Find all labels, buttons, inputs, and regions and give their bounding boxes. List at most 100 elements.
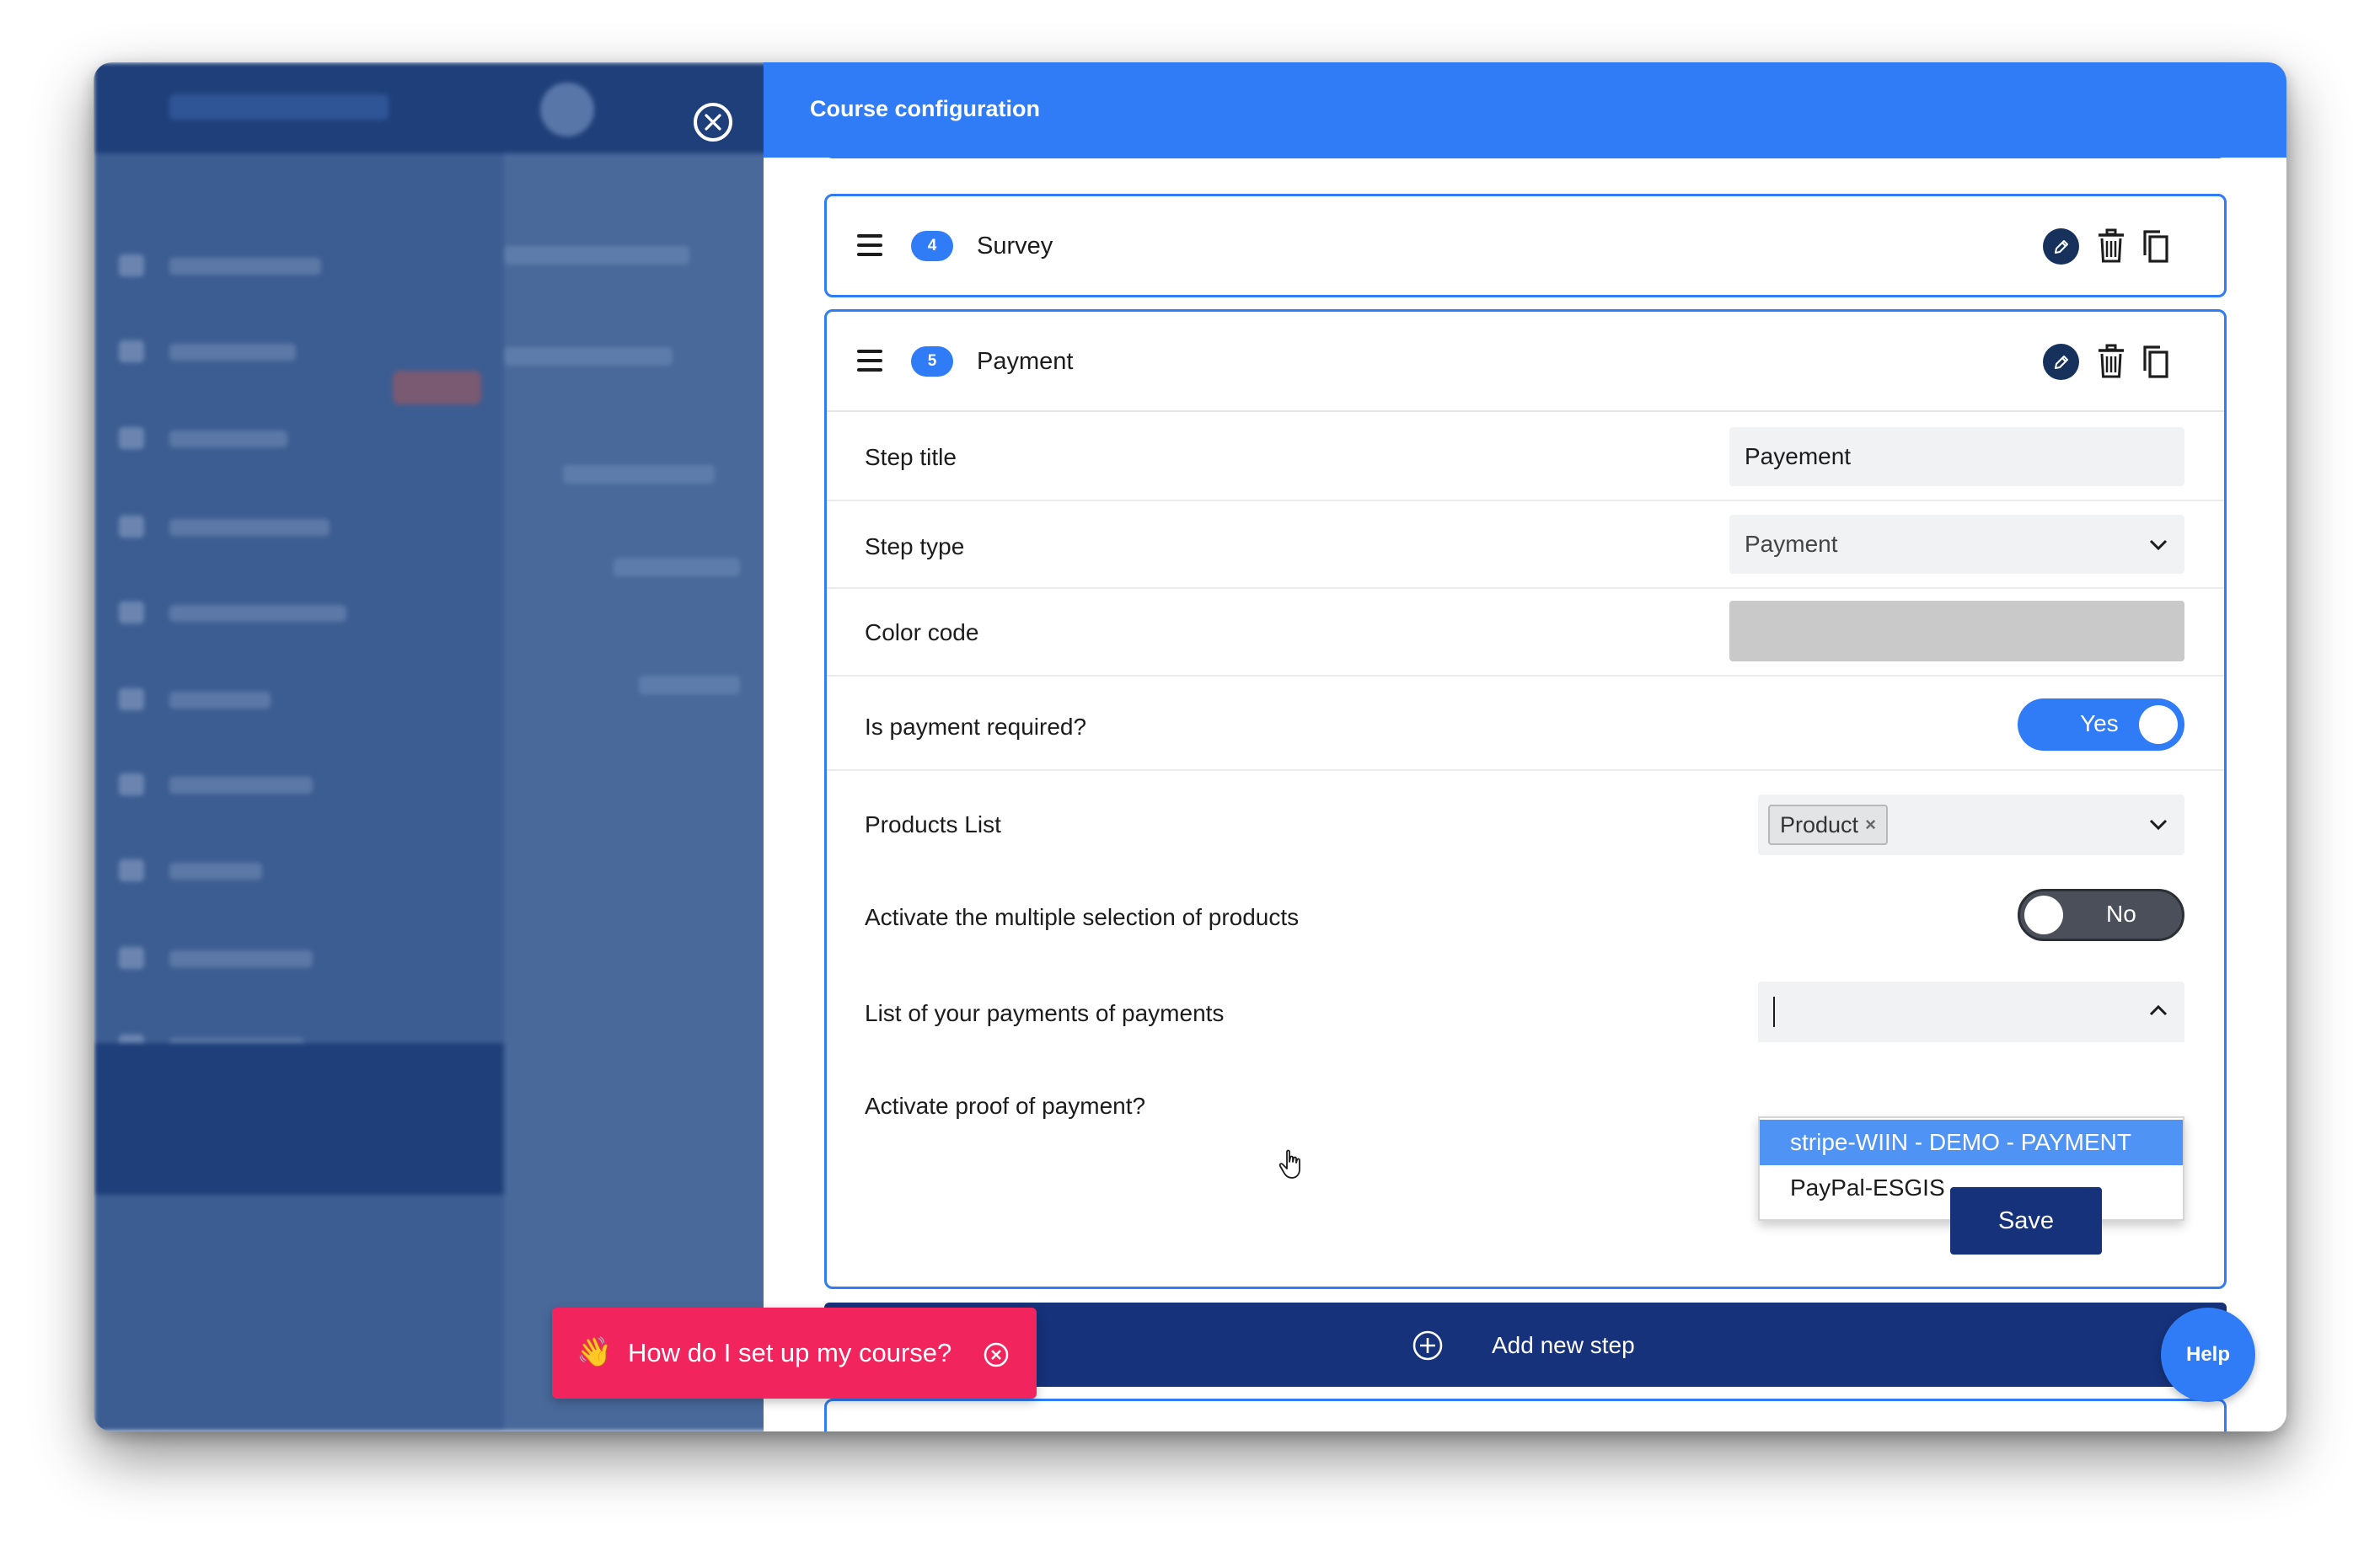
- app-window: Course configuration 4 Survey 5 Payment …: [94, 62, 2286, 1431]
- step-card-survey[interactable]: 4 Survey: [824, 194, 2227, 297]
- step-name: Survey: [977, 233, 1053, 260]
- dropdown-option[interactable]: stripe-WIIN - DEMO - PAYMENT: [1760, 1120, 2183, 1165]
- background-sidebar-text: [169, 863, 262, 880]
- trash-icon: [2099, 228, 2124, 263]
- background-sidebar-text: [169, 777, 313, 794]
- color-code-picker[interactable]: [1729, 601, 2184, 661]
- course-configuration-panel: Course configuration 4 Survey 5 Payment …: [764, 62, 2286, 1431]
- toggle-state-text: Yes: [2080, 710, 2119, 736]
- chevron-down-icon: [2149, 819, 2168, 831]
- trash-icon: [2099, 344, 2124, 378]
- step-card-payment: 5 Payment Step title Payement Step type …: [824, 309, 2227, 1289]
- drag-handle-icon[interactable]: [857, 350, 882, 372]
- pencil-icon: [2054, 239, 2068, 254]
- background-sidebar-active-group: [94, 1043, 504, 1195]
- copy-icon: [2143, 345, 2168, 378]
- background-sidebar-text: [169, 344, 296, 361]
- background-sidebar-icon: [119, 773, 144, 795]
- edit-step-button[interactable]: [2043, 228, 2079, 265]
- step-card-header: 4 Survey: [827, 196, 2224, 295]
- products-list-label: Products List: [865, 811, 1001, 837]
- step-type-value: Payment: [1745, 531, 1838, 557]
- background-content-line: [639, 676, 740, 694]
- toggle-knob: [2139, 705, 2178, 744]
- payments-list-select[interactable]: [1758, 982, 2184, 1042]
- close-panel-button[interactable]: [694, 103, 732, 142]
- step-type-select[interactable]: Payment: [1729, 515, 2184, 574]
- drag-handle-icon[interactable]: [857, 234, 882, 256]
- waving-hand-icon: 👋: [576, 1336, 613, 1368]
- payments-list-label: List of your payments of payments: [865, 1000, 1225, 1026]
- step-number-badge: 4: [911, 231, 953, 261]
- background-sidebar-icon: [119, 254, 144, 276]
- row-step-title: Step title Payement: [827, 412, 2224, 501]
- delete-step-button[interactable]: [2096, 344, 2126, 379]
- plus-circle-icon: [1412, 1330, 1443, 1361]
- multiple-selection-toggle[interactable]: No: [2018, 889, 2184, 941]
- panel-title: Course configuration: [810, 96, 1041, 121]
- background-sidebar-icon: [119, 340, 144, 362]
- products-list-select[interactable]: Product ×: [1758, 795, 2184, 855]
- color-code-label: Color code: [865, 619, 979, 645]
- product-chip: Product ×: [1768, 805, 1888, 845]
- background-app-blurred: [94, 62, 768, 1431]
- toggle-knob: [2024, 896, 2063, 934]
- step-number-badge: 5: [911, 346, 953, 377]
- background-badge: [393, 371, 481, 404]
- panel-header: Course configuration: [764, 62, 2286, 158]
- edit-step-button[interactable]: [2043, 344, 2079, 380]
- remove-chip-icon[interactable]: ×: [1865, 814, 1876, 836]
- background-sidebar-text: [169, 950, 313, 967]
- background-sidebar-text: [169, 692, 271, 709]
- close-tip-icon[interactable]: [983, 1341, 1010, 1368]
- pencil-icon: [2054, 355, 2068, 369]
- step-card-header: 5 Payment: [827, 312, 2224, 410]
- background-sidebar-text: [169, 519, 330, 536]
- copy-icon: [2143, 230, 2168, 263]
- background-sidebar-text: [169, 605, 346, 622]
- help-button[interactable]: Help: [2161, 1308, 2255, 1402]
- row-payments-list: List of your payments of payments: [827, 966, 2224, 1064]
- background-avatar: [540, 83, 594, 136]
- row-multiple-selection: Activate the multiple selection of produ…: [827, 869, 2224, 966]
- text-caret: [1773, 997, 1775, 1027]
- background-sidebar-icon: [119, 947, 144, 969]
- add-new-step-label: Add new step: [1492, 1332, 1635, 1358]
- previous-step-card-edge: [824, 147, 2227, 158]
- close-icon: [705, 114, 721, 131]
- background-content: [504, 153, 768, 1431]
- background-sidebar-icon: [119, 602, 144, 623]
- onboarding-tip[interactable]: 👋 How do I set up my course?: [552, 1308, 1037, 1399]
- background-sidebar-text: [169, 258, 321, 275]
- product-chip-label: Product: [1780, 811, 1859, 837]
- background-sidebar-icon: [119, 427, 144, 449]
- step-title-label: Step title: [865, 444, 957, 470]
- duplicate-step-button[interactable]: [2141, 344, 2170, 379]
- background-content-line: [563, 465, 715, 484]
- save-button[interactable]: Save: [1950, 1187, 2102, 1255]
- chevron-down-icon: [2149, 539, 2168, 551]
- row-step-type: Step type Payment: [827, 501, 2224, 589]
- multiple-selection-label: Activate the multiple selection of produ…: [865, 904, 1300, 930]
- proof-of-payment-label: Activate proof of payment?: [865, 1093, 1146, 1119]
- toggle-state-text: No: [2106, 901, 2136, 927]
- payment-required-toggle[interactable]: Yes: [2018, 698, 2184, 751]
- payment-required-label: Is payment required?: [865, 714, 1087, 740]
- next-step-card-edge: [824, 1399, 2227, 1431]
- step-name: Payment: [977, 348, 1074, 375]
- row-payment-required: Is payment required? Yes: [827, 677, 2224, 771]
- background-content-line: [504, 246, 689, 265]
- duplicate-step-button[interactable]: [2141, 228, 2170, 264]
- background-content-line: [504, 347, 673, 366]
- step-type-label: Step type: [865, 533, 965, 559]
- row-color-code: Color code: [827, 589, 2224, 677]
- background-sidebar: [94, 153, 504, 1431]
- row-products-list: Products List Product ×: [827, 771, 2224, 869]
- step-title-input[interactable]: Payement: [1729, 427, 2184, 486]
- delete-step-button[interactable]: [2096, 228, 2126, 264]
- background-sidebar-icon: [119, 688, 144, 710]
- background-sidebar-text: [169, 431, 287, 447]
- background-sidebar-icon: [119, 859, 144, 881]
- hand-cursor-icon: [1278, 1149, 1300, 1179]
- background-logo: [169, 94, 389, 120]
